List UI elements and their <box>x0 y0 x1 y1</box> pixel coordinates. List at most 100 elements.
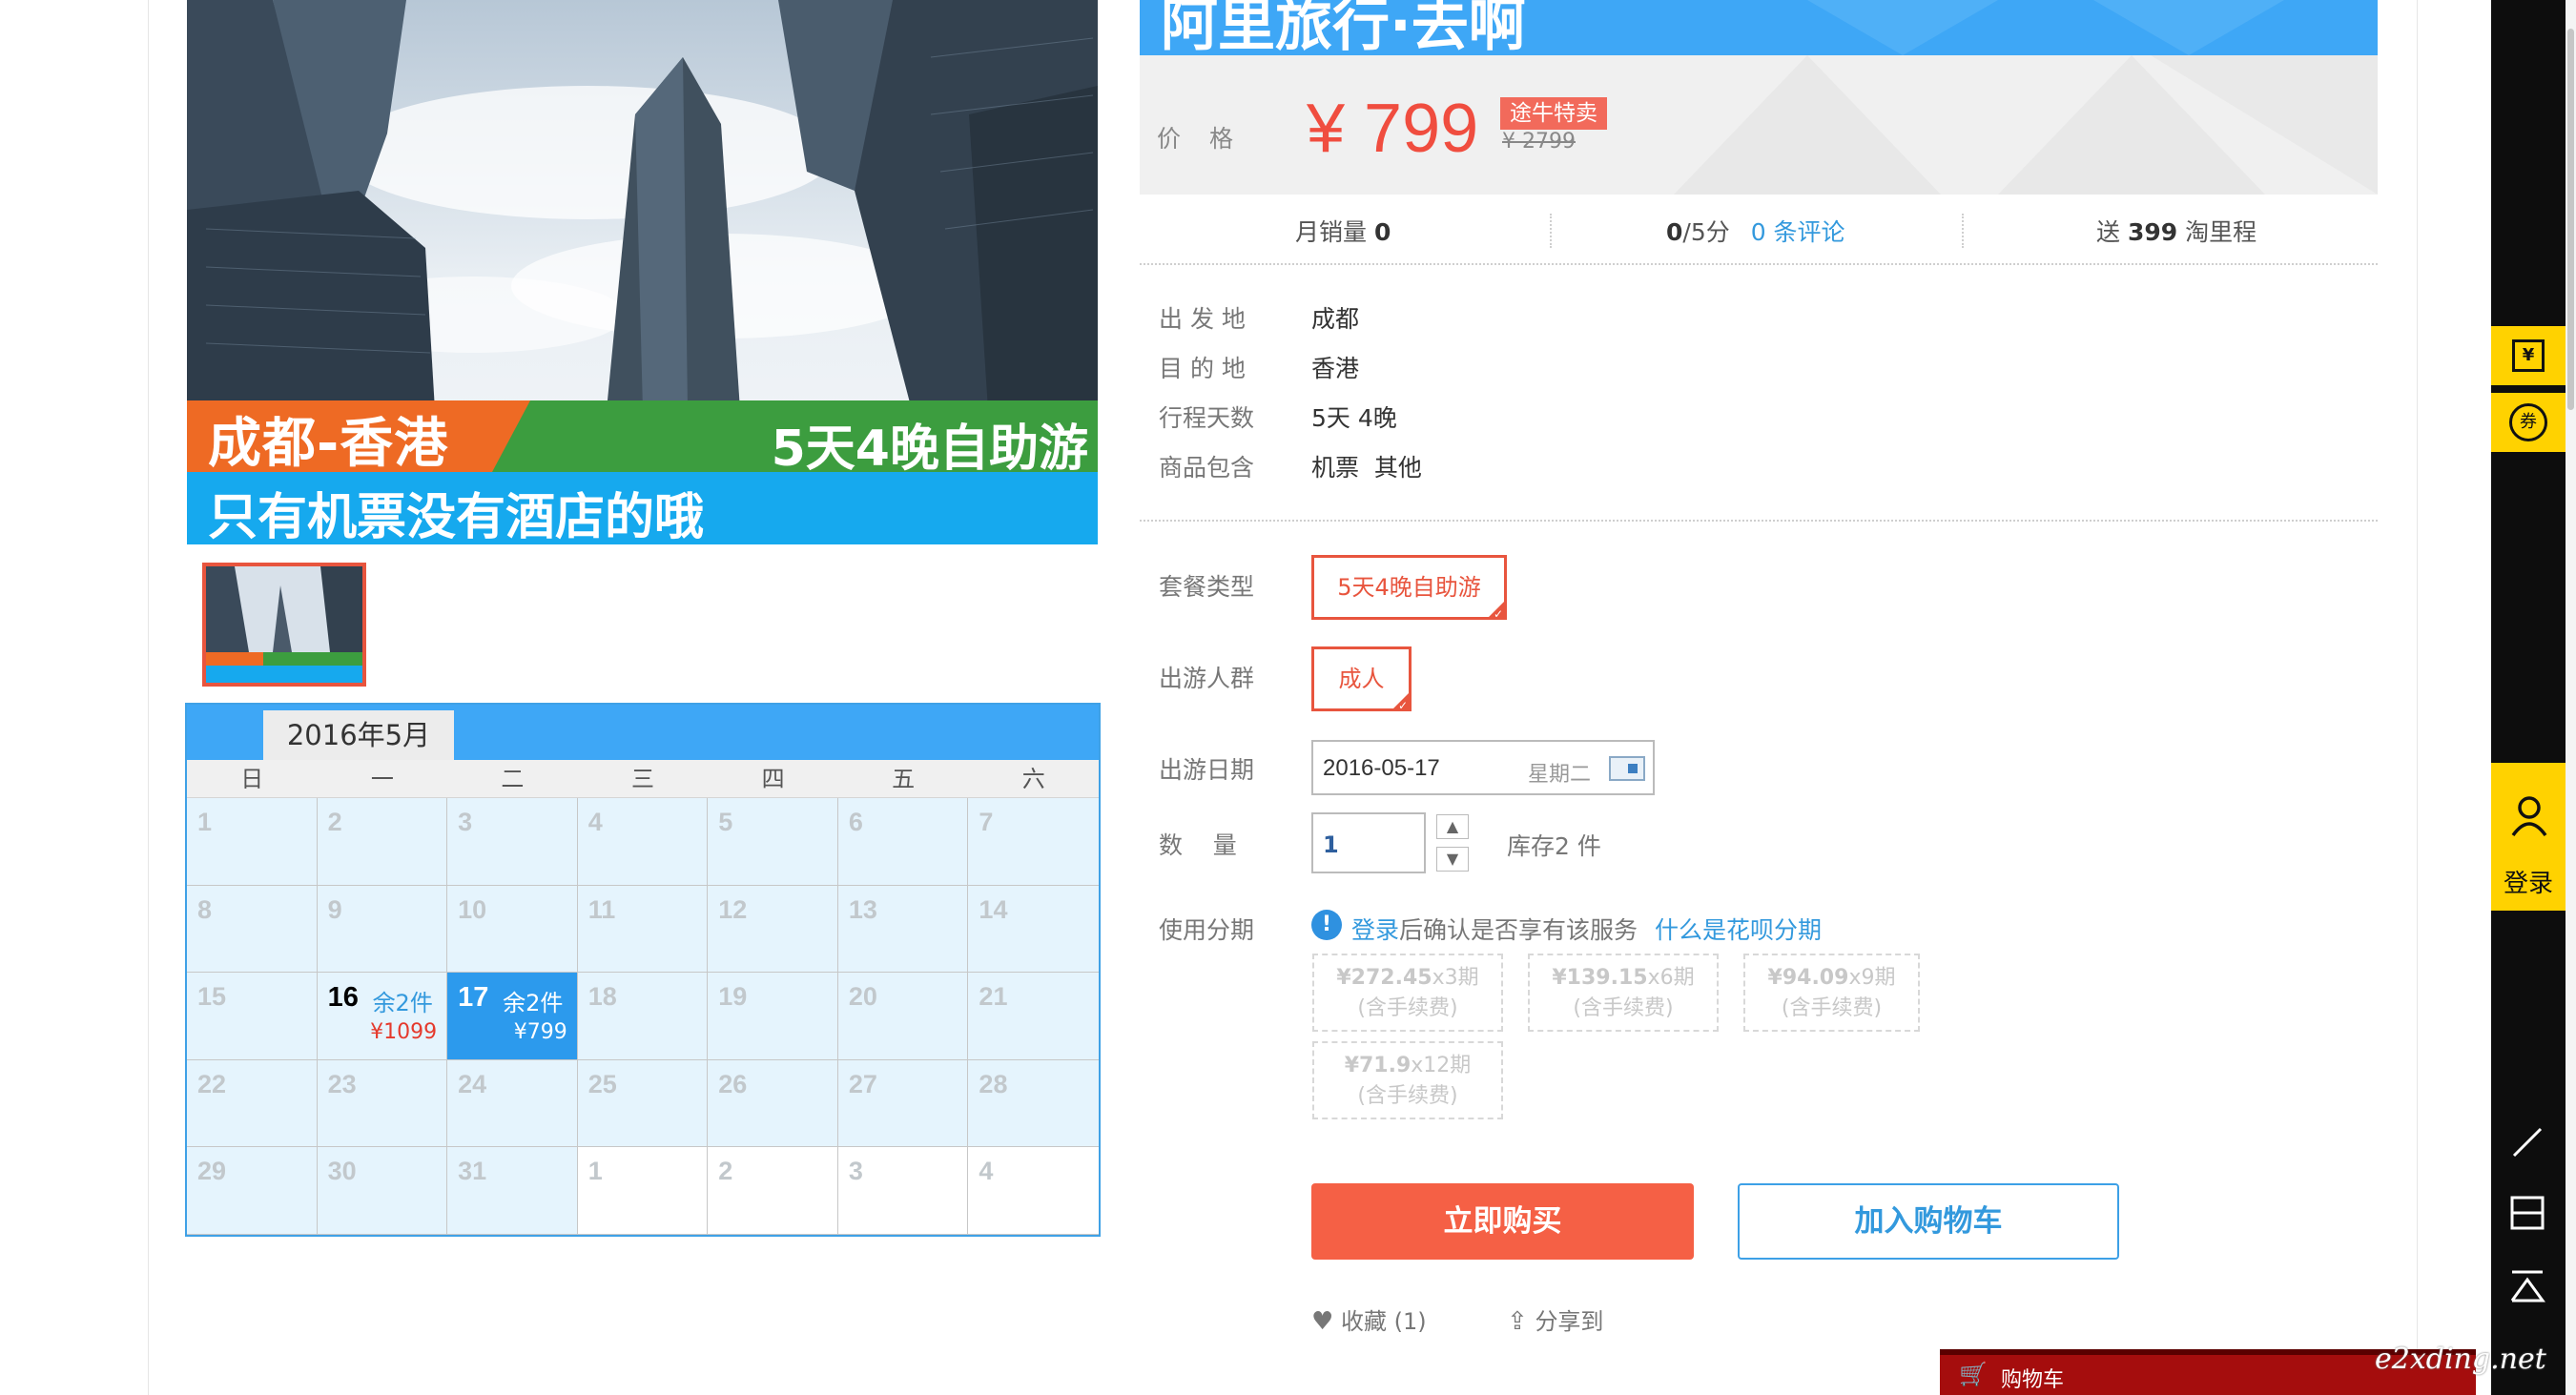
traveler-group-option-selected[interactable]: 成人 ✓ <box>1311 646 1412 711</box>
coupon-icon: 券 <box>2509 403 2547 441</box>
weekday-tue: 二 <box>501 766 525 792</box>
installment-fee: (含手续费) <box>1781 996 1883 1020</box>
calendar-grid: 1 2 3 4 5 6 7 8 9 10 11 12 13 14 15 16 余2件 ¥1099 17 余2件 ¥799… <box>187 798 1099 1235</box>
travel-date-field[interactable]: 2016-05-17 星期二 <box>1311 740 1655 795</box>
calendar-day: 28 <box>968 1059 1099 1148</box>
installment-login-link[interactable]: 登录 <box>1351 916 1399 944</box>
rating-value: 0 <box>1666 218 1683 246</box>
calendar-day-stock: 余2件 <box>503 990 564 1017</box>
favorite-label: 收藏 (1) <box>1340 1308 1427 1335</box>
cart-icon: 🛒 <box>1959 1361 1988 1387</box>
calendar-day: 1 <box>577 1147 709 1235</box>
add-to-cart-button[interactable]: 加入购物车 <box>1738 1183 2119 1260</box>
promo-badge: 途牛特卖 <box>1500 97 1607 130</box>
weekday-thu: 四 <box>761 766 785 792</box>
calendar-day: 24 <box>447 1059 578 1148</box>
wallet-icon: ¥ <box>2512 339 2545 372</box>
favorite-button[interactable]: ♥ 收藏 (1) <box>1311 1303 1427 1336</box>
quantity-input[interactable]: 1 <box>1311 812 1426 873</box>
reviews-link[interactable]: 0 条评论 <box>1751 218 1845 246</box>
stats-divider <box>1962 214 1964 248</box>
monthly-sales: 月销量 0 <box>1295 214 1391 248</box>
current-price: ¥ 799 <box>1307 91 1479 167</box>
installment-fee: (含手续费) <box>1357 996 1458 1020</box>
calendar-day-number: 21 <box>979 982 1008 1012</box>
scrollbar-thumb[interactable] <box>2567 29 2574 410</box>
calendar-day-number: 25 <box>587 1069 617 1098</box>
weekday-sat: 六 <box>1021 766 1045 792</box>
calendar-icon-mark <box>1628 764 1638 773</box>
installment-amount: ¥94.09 <box>1767 966 1849 990</box>
mileage-label: 送 <box>2096 218 2121 246</box>
layout-icon[interactable] <box>2506 1194 2548 1232</box>
calendar-day: 15 <box>187 973 318 1060</box>
calendar-day: 27 <box>837 1059 969 1148</box>
calendar-day: 2 <box>317 798 448 886</box>
calendar-day: 10 <box>447 885 578 974</box>
edit-icon[interactable] <box>2506 1123 2548 1161</box>
floating-cart-label: 购物车 <box>2001 1368 2065 1392</box>
calendar-day: 1 <box>187 798 318 886</box>
calendar-day-available[interactable]: 16 余2件 ¥1099 <box>317 973 448 1060</box>
calendar-day-number: 7 <box>979 808 994 836</box>
original-price: ¥ 2799 <box>1502 130 1576 154</box>
travel-date-value: 2016-05-17 <box>1323 755 1440 781</box>
package-option-selected[interactable]: 5天4晚自助游 ✓ <box>1311 555 1507 620</box>
quantity-increase-button[interactable]: ▲ <box>1436 814 1469 839</box>
quantity-label: 数 量 <box>1159 831 1237 859</box>
calendar-day-number: 20 <box>848 982 877 1012</box>
weekday-fri: 五 <box>892 766 916 792</box>
calendar-day-number: 1 <box>587 1157 603 1186</box>
installment-note: 后确认是否享有该服务 <box>1399 916 1638 944</box>
installment-period: x3期 <box>1432 966 1479 990</box>
sidebar-login-label: 登录 <box>2503 870 2553 898</box>
info-value-destination: 香港 <box>1311 355 1360 382</box>
buy-now-button[interactable]: 立即购买 <box>1311 1183 1694 1260</box>
info-divider <box>1140 520 2378 522</box>
calendar-day-number: 28 <box>979 1069 1008 1098</box>
calendar-day-number: 14 <box>979 894 1008 924</box>
sidebar-coupon-button[interactable]: 券 <box>2491 393 2566 452</box>
sidebar-assets-button[interactable]: ¥ <box>2491 326 2566 385</box>
calendar-day: 4 <box>577 798 709 886</box>
calendar-weekdays: 日 一 二 三 四 五 六 <box>187 760 1099 798</box>
calendar-day-number: 17 <box>458 982 489 1014</box>
mileage: 送 399 淘里程 <box>2096 214 2257 248</box>
share-icon: ⇪ <box>1507 1307 1528 1336</box>
calendar-day: 31 <box>447 1147 578 1235</box>
calendar-day-number: 3 <box>848 1157 863 1186</box>
calendar-day: 7 <box>968 798 1099 886</box>
calendar-day-number: 4 <box>979 1157 994 1186</box>
calendar-day-number: 24 <box>458 1069 487 1098</box>
thumbnail-selected[interactable] <box>202 563 366 687</box>
installment-option-12[interactable]: ¥71.9x12期 (含手续费) <box>1312 1041 1503 1119</box>
installment-notice: 登录后确认是否享有该服务 什么是花呗分期 <box>1351 912 1822 946</box>
calendar-day-number: 29 <box>197 1157 227 1186</box>
quantity-decrease-button[interactable]: ▼ <box>1436 847 1469 872</box>
calendar-day-number: 13 <box>848 894 877 924</box>
user-icon <box>2511 796 2547 837</box>
calendar-day: 20 <box>837 973 969 1060</box>
installment-option-9[interactable]: ¥94.09x9期 (含手续费) <box>1743 954 1920 1032</box>
sidebar-login-button[interactable]: 登录 <box>2491 763 2566 911</box>
calendar-day: 18 <box>577 973 709 1060</box>
calendar-month-tab[interactable]: 2016年5月 <box>263 710 454 760</box>
calendar-icon[interactable] <box>1609 756 1645 781</box>
calendar-day-number: 31 <box>458 1157 487 1186</box>
package-option-label: 5天4晚自助游 <box>1337 574 1481 601</box>
share-button[interactable]: ⇪ 分享到 <box>1507 1303 1603 1336</box>
price-box: 价格 ¥ 799 途牛特卖 ¥ 2799 <box>1140 55 2378 195</box>
back-to-top-icon[interactable] <box>2506 1268 2548 1306</box>
calendar-day-number: 2 <box>327 808 342 836</box>
installment-option-6[interactable]: ¥139.15x6期 (含手续费) <box>1528 954 1719 1032</box>
installment-option-3[interactable]: ¥272.45x3期 (含手续费) <box>1312 954 1503 1032</box>
installment-help-link[interactable]: 什么是花呗分期 <box>1655 916 1822 944</box>
calendar-day-number: 26 <box>718 1069 748 1098</box>
calendar-day-number: 5 <box>718 808 733 836</box>
info-icon: ! <box>1311 910 1342 940</box>
package-label: 套餐类型 <box>1159 573 1255 601</box>
check-icon: ✓ <box>1397 699 1408 712</box>
rating-suffix: /5分 <box>1682 218 1730 246</box>
calendar-day-available[interactable]: 17 余2件 ¥799 <box>447 973 578 1060</box>
info-value-includes: 机票 其他 <box>1311 454 1422 482</box>
